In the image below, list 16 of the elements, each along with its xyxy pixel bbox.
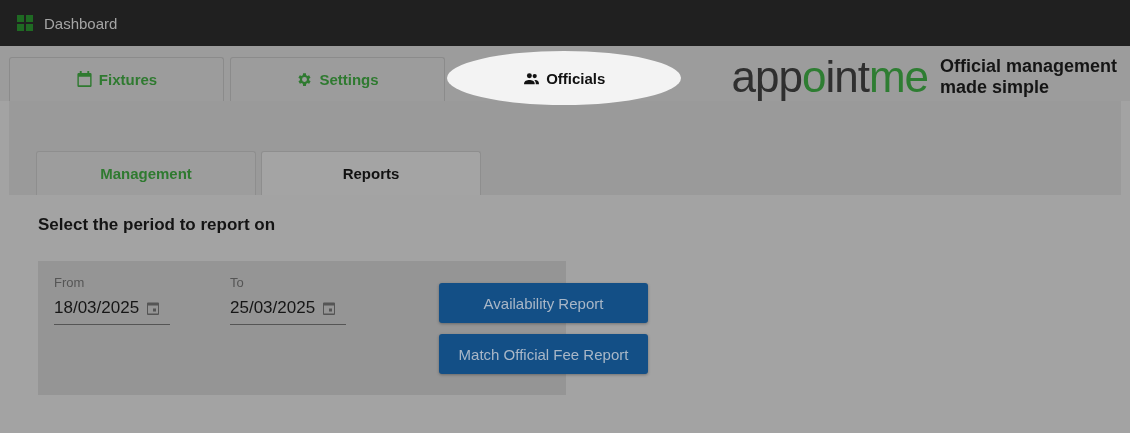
report-button[interactable]: Availability Report — [439, 283, 648, 323]
calendar-icon — [75, 71, 93, 88]
date-field[interactable]: 18/03/2025 — [54, 294, 170, 325]
calendar-icon[interactable] — [146, 301, 161, 315]
sub-tab[interactable]: Reports — [261, 151, 481, 195]
date-field[interactable]: 25/03/2025 — [230, 294, 346, 325]
report-button[interactable]: Match Official Fee Report — [439, 334, 648, 374]
nav-tab[interactable]: Officials — [447, 51, 682, 105]
dashboard-title[interactable]: Dashboard — [44, 14, 118, 32]
field-label: To — [230, 275, 245, 290]
field-label: From — [54, 275, 86, 290]
section-heading: Select the period to report on — [38, 215, 277, 235]
logo: appointme — [731, 53, 928, 101]
grid-icon[interactable] — [17, 15, 33, 31]
tagline: Official management made simple — [940, 56, 1119, 98]
calendar-icon[interactable] — [322, 301, 337, 315]
